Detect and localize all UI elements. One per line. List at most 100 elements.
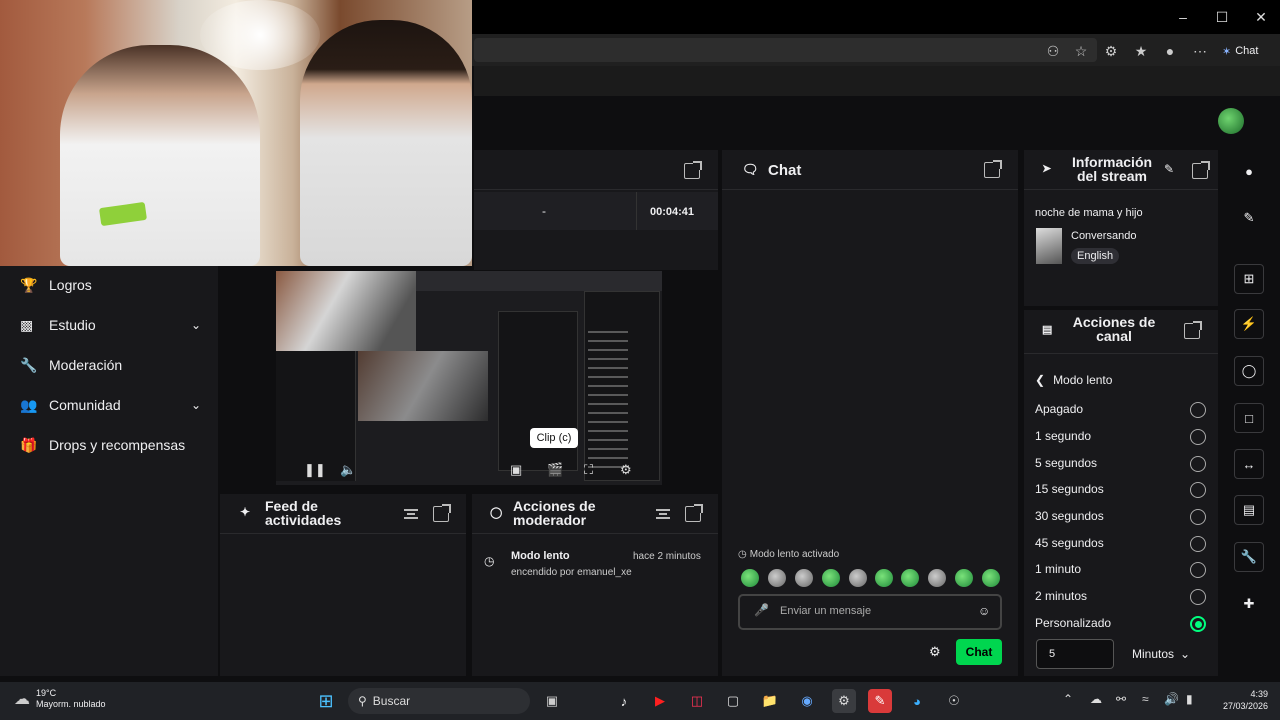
app-icon[interactable]: ◫ — [685, 689, 709, 713]
task-view-icon[interactable]: ▣ — [540, 689, 564, 713]
microphone-icon[interactable]: 🎤 — [754, 603, 769, 617]
shield-icon[interactable]: ◯ — [1234, 356, 1264, 386]
custom-slow-mode-input[interactable]: 5 — [1036, 639, 1114, 669]
bolt-icon[interactable]: ⚡ — [1234, 309, 1264, 339]
app-icon-3[interactable]: ✎ — [868, 689, 892, 713]
category-box-art[interactable] — [1036, 228, 1062, 264]
settings-gear-icon[interactable]: ⚙ — [620, 462, 632, 478]
usb-icon[interactable]: ⚯ — [1116, 692, 1126, 706]
profile-icon[interactable]: ● — [1160, 41, 1180, 61]
extensions-icon[interactable]: ⚙ — [1101, 41, 1121, 61]
popout-icon[interactable] — [1184, 321, 1202, 339]
add-action-icon[interactable]: ✚ — [1234, 589, 1264, 619]
edit-pencil-icon[interactable]: ✎ — [1234, 203, 1264, 233]
close-window-button[interactable]: ✕ — [1246, 6, 1276, 28]
tag-chip[interactable]: English — [1071, 248, 1120, 264]
clip-icon[interactable]: 🎬 — [547, 462, 563, 478]
chat-send-button[interactable]: Chat — [956, 639, 1002, 665]
weather-widget[interactable]: ☁ 19°C Mayorm. nublado — [14, 688, 106, 710]
battery-icon[interactable]: ▮ — [1186, 692, 1193, 706]
popout-icon[interactable] — [685, 504, 703, 522]
unit-select[interactable]: Minutos ⌄ — [1132, 647, 1190, 661]
popout-icon[interactable] — [433, 504, 451, 522]
emote-picker-icon[interactable]: ☺ — [978, 604, 990, 618]
sidebar-item-logros[interactable]: 🏆 Logros — [20, 273, 205, 297]
slow-mode-back-label: Modo lento — [1053, 373, 1113, 387]
slow-mode-radio[interactable] — [1190, 482, 1206, 498]
more-options-icon[interactable]: ⋯ — [1190, 41, 1210, 61]
fullscreen-icon[interactable]: ⛶ — [584, 462, 593, 478]
slow-mode-radio[interactable] — [1190, 509, 1206, 525]
info-icon[interactable]: ● — [1234, 156, 1264, 186]
stream-preview-video[interactable] — [276, 271, 662, 485]
volume-icon[interactable]: 🔊 — [1164, 692, 1179, 706]
taskbar-clock[interactable]: 4:39 27/03/2026 — [1208, 688, 1268, 712]
popout-icon[interactable] — [1192, 161, 1210, 179]
edit-pencil-icon[interactable]: ✎ — [1164, 162, 1174, 176]
theatre-mode-icon[interactable]: ▣ — [510, 462, 522, 478]
copilot-chat-button[interactable]: ✶ Chat — [1222, 41, 1258, 61]
windows-start-icon[interactable]: ⊞ — [314, 689, 338, 713]
ad-icon[interactable]: ▤ — [1234, 495, 1264, 525]
app-icon-4[interactable]: ☉ — [942, 689, 966, 713]
popout-icon[interactable] — [984, 160, 1002, 178]
user-avatar[interactable] — [1218, 108, 1244, 134]
slow-mode-radio[interactable] — [1190, 402, 1206, 418]
emote-9[interactable] — [955, 569, 973, 587]
chat-bubble-icon[interactable]: □ — [1234, 403, 1264, 433]
filter-icon[interactable] — [404, 509, 418, 519]
slow-mode-radio[interactable] — [1190, 589, 1206, 605]
settings-app-icon[interactable]: ⚙ — [832, 689, 856, 713]
filter-icon[interactable] — [656, 509, 670, 519]
slow-mode-radio[interactable] — [1190, 536, 1206, 552]
volume-icon[interactable]: 🔈 — [340, 462, 356, 478]
slow-mode-radio-selected[interactable] — [1190, 616, 1206, 632]
chat-message-input[interactable]: 🎤 Enviar un mensaje ☺ — [738, 594, 1002, 630]
chevron-down-icon: ⌄ — [1180, 647, 1191, 661]
youtube-icon[interactable]: ▶ — [648, 689, 672, 713]
chevron-up-icon[interactable]: ⌃ — [1063, 692, 1073, 706]
maximize-button[interactable]: ☐ — [1207, 6, 1237, 28]
mod-log-entry[interactable]: ◷ Modo lento hace 2 minutos encendido po… — [482, 550, 712, 586]
slow-mode-option-label: 15 segundos — [1035, 482, 1104, 496]
clip-crop-icon[interactable]: ⊞ — [1234, 264, 1264, 294]
emote-6[interactable] — [875, 569, 893, 587]
slow-mode-radio[interactable] — [1190, 429, 1206, 445]
taskbar-search[interactable]: ⚲ Buscar — [348, 688, 530, 714]
sidebar-item-drops[interactable]: 🎁 Drops y recompensas — [20, 433, 205, 457]
pause-icon[interactable]: ❚❚ — [304, 462, 326, 478]
favorites-icon[interactable]: ★ — [1131, 41, 1151, 61]
tiktok-icon[interactable]: ♪ — [612, 689, 636, 713]
emote-3[interactable] — [795, 569, 813, 587]
emote-8[interactable] — [928, 569, 946, 587]
translate-icon[interactable]: ⚇ — [1043, 41, 1063, 61]
twitch-header — [474, 96, 1280, 146]
emote-10[interactable] — [982, 569, 1000, 587]
emote-2[interactable] — [768, 569, 786, 587]
sidebar-item-comunidad[interactable]: 👥 Comunidad ⌄ — [20, 393, 205, 417]
chat-settings-gear-icon[interactable]: ⚙ — [929, 644, 941, 660]
slow-mode-radio[interactable] — [1190, 456, 1206, 472]
popout-icon[interactable] — [684, 161, 702, 179]
sidebar-item-moderacion[interactable]: 🔧 Moderación — [20, 353, 205, 377]
url-field[interactable] — [474, 38, 1097, 62]
raid-icon[interactable]: ↔ — [1234, 449, 1264, 479]
sidebar-item-estudio[interactable]: ▩ Estudio ⌄ — [20, 313, 205, 337]
wrench-icon[interactable]: 🔧 — [1234, 542, 1264, 572]
minimize-button[interactable]: – — [1168, 6, 1198, 28]
edge-icon[interactable]: ◕ — [905, 689, 929, 713]
stream-title-text: noche de mama y hijo — [1035, 207, 1143, 219]
cloud-sync-icon[interactable]: ☁ — [1090, 692, 1102, 706]
emote-5[interactable] — [849, 569, 867, 587]
emote-7[interactable] — [901, 569, 919, 587]
category-text[interactable]: Conversando — [1071, 230, 1136, 242]
folder-icon[interactable]: 📁 — [758, 689, 782, 713]
store-icon[interactable]: ▢ — [721, 689, 745, 713]
app-icon-2[interactable]: ◉ — [795, 689, 819, 713]
wifi-icon[interactable]: ≈ — [1142, 692, 1149, 706]
emote-4[interactable] — [822, 569, 840, 587]
emote-1[interactable] — [741, 569, 759, 587]
favorite-star-icon[interactable]: ☆ — [1071, 41, 1091, 61]
slow-mode-back-button[interactable]: ❮ Modo lento — [1035, 373, 1112, 387]
slow-mode-radio[interactable] — [1190, 562, 1206, 578]
